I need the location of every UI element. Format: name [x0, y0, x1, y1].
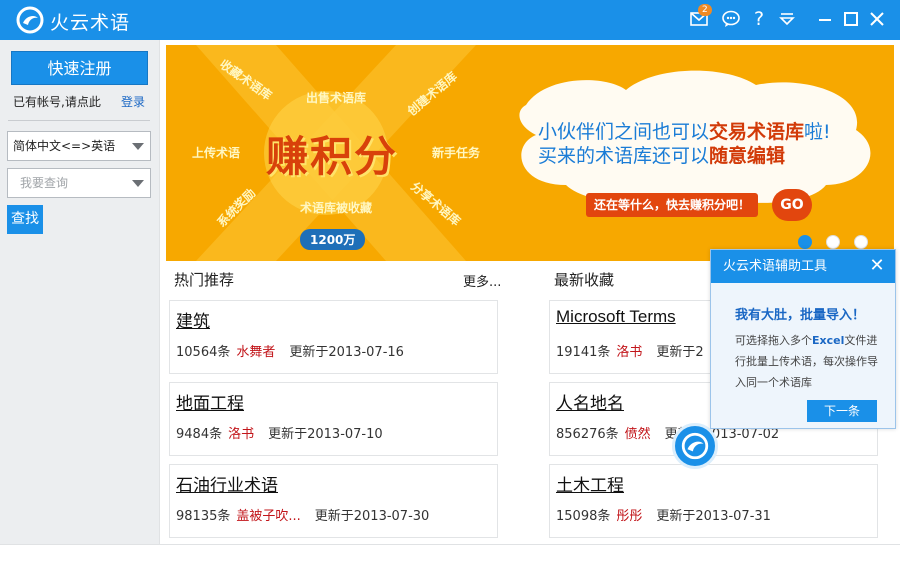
user-name[interactable]: 洛书 [616, 345, 642, 360]
latest-section-title: 最新收藏 [554, 271, 615, 289]
search-input[interactable]: 我要查询 [7, 168, 151, 198]
banner-label: 出售术语库 [306, 91, 367, 105]
next-button[interactable]: 下一条 [807, 400, 877, 422]
termbase-title[interactable]: 人名地名 [556, 389, 624, 414]
count-tag: 1200万 [300, 229, 366, 250]
mail-badge: 2 [698, 4, 712, 16]
list-item[interactable]: 土木工程 15098条 彤彤 更新于2013-07-31 [549, 464, 878, 538]
sidebar-divider [8, 120, 150, 121]
carousel-dot[interactable] [798, 235, 812, 249]
language-pair-value: 简体中文<=>英语 [13, 139, 116, 153]
banner-label: 上传术语 [192, 146, 241, 160]
termbase-title[interactable]: 建筑 [176, 307, 210, 332]
carousel-dot[interactable] [854, 235, 868, 249]
earn-points-cta[interactable]: 还在等什么，快去赚积分吧！ [586, 193, 759, 217]
app-window: 火云术语 2 ? 快速注册 已有帐号,请点此 登录 简体中文<=>英语 我要查询… [0, 0, 900, 574]
popup-body: 可选择拖入多个Excel文件进行批量上传术语，每次操作导入同一个术语库 [735, 334, 878, 389]
carousel-dots [798, 235, 868, 249]
login-link[interactable]: 登录 [121, 93, 145, 110]
termbase-title[interactable]: 土木工程 [556, 471, 624, 496]
user-name[interactable]: 水舞者 [236, 345, 275, 360]
popup-heading: 我有大肚，批量导入！ [735, 308, 866, 323]
chevron-down-icon [132, 143, 144, 150]
quick-register-button[interactable]: 快速注册 [11, 51, 148, 85]
termbase-meta: 9484条 洛书 更新于2013-07-10 [176, 427, 383, 442]
termbase-title[interactable]: 石油行业术语 [176, 471, 278, 496]
termbase-meta: 19141条 洛书 更新于2 [556, 345, 704, 360]
banner-cloud-line-1: 小伙伴们之间也可以交易术语库啦! [538, 121, 831, 143]
title-bar: 火云术语 2 ? [0, 0, 900, 40]
carousel-dot[interactable] [826, 235, 840, 249]
sidebar: 快速注册 已有帐号,请点此 登录 简体中文<=>英语 我要查询 查找 [0, 40, 160, 544]
app-title: 火云术语 [50, 12, 131, 34]
assistant-popup: 火云术语辅助工具 ✕ 我有大肚，批量导入！ 可选择拖入多个Excel文件进行批量… [710, 249, 896, 429]
minimize-icon[interactable] [814, 8, 836, 30]
chat-icon[interactable] [720, 8, 742, 30]
promo-banner[interactable]: 收藏术语库 出售术语库 创建术语库 上传术语 新手任务 系统奖励 术语库被收藏 … [166, 45, 894, 261]
maximize-icon[interactable] [840, 8, 862, 30]
banner-headline: 赚积分 [266, 132, 399, 181]
chevron-down-icon [132, 180, 144, 187]
termbase-meta: 10564条 水舞者 更新于2013-07-16 [176, 345, 404, 360]
list-item[interactable]: 石油行业术语 98135条 盖被子吹... 更新于2013-07-30 [169, 464, 498, 538]
close-icon[interactable] [866, 8, 888, 30]
floating-assistant-icon[interactable] [672, 423, 718, 469]
language-pair-select[interactable]: 简体中文<=>英语 [7, 131, 151, 161]
termbase-title[interactable]: 地面工程 [176, 389, 244, 414]
banner-label: 新手任务 [432, 146, 481, 160]
termbase-title[interactable]: Microsoft Terms [556, 307, 676, 327]
termbase-meta: 15098条 彤彤 更新于2013-07-31 [556, 509, 771, 524]
help-icon[interactable]: ? [748, 8, 770, 30]
user-name[interactable]: 洛书 [228, 427, 254, 442]
search-placeholder: 我要查询 [20, 176, 69, 190]
user-name[interactable]: 偾然 [625, 427, 651, 442]
user-name[interactable]: 彤彤 [616, 509, 642, 524]
go-button[interactable]: GO [772, 189, 812, 221]
banner-label: 术语库被收藏 [300, 201, 373, 215]
popup-close-icon[interactable]: ✕ [867, 256, 887, 276]
user-name[interactable]: 盖被子吹... [236, 509, 300, 524]
find-button[interactable]: 查找 [7, 205, 43, 234]
app-logo-icon [16, 6, 44, 34]
status-bar [0, 544, 900, 574]
banner-cloud-line-2: 买来的术语库还可以随意编辑 [538, 145, 786, 167]
list-item[interactable]: 建筑 10564条 水舞者 更新于2013-07-16 [169, 300, 498, 374]
dropdown-menu-icon[interactable] [776, 8, 798, 30]
hot-section-title: 热门推荐 [174, 271, 235, 289]
has-account-text: 已有帐号,请点此 [13, 95, 101, 109]
list-item[interactable]: 地面工程 9484条 洛书 更新于2013-07-10 [169, 382, 498, 456]
more-link[interactable]: 更多... [463, 271, 501, 290]
termbase-meta: 98135条 盖被子吹... 更新于2013-07-30 [176, 509, 430, 524]
